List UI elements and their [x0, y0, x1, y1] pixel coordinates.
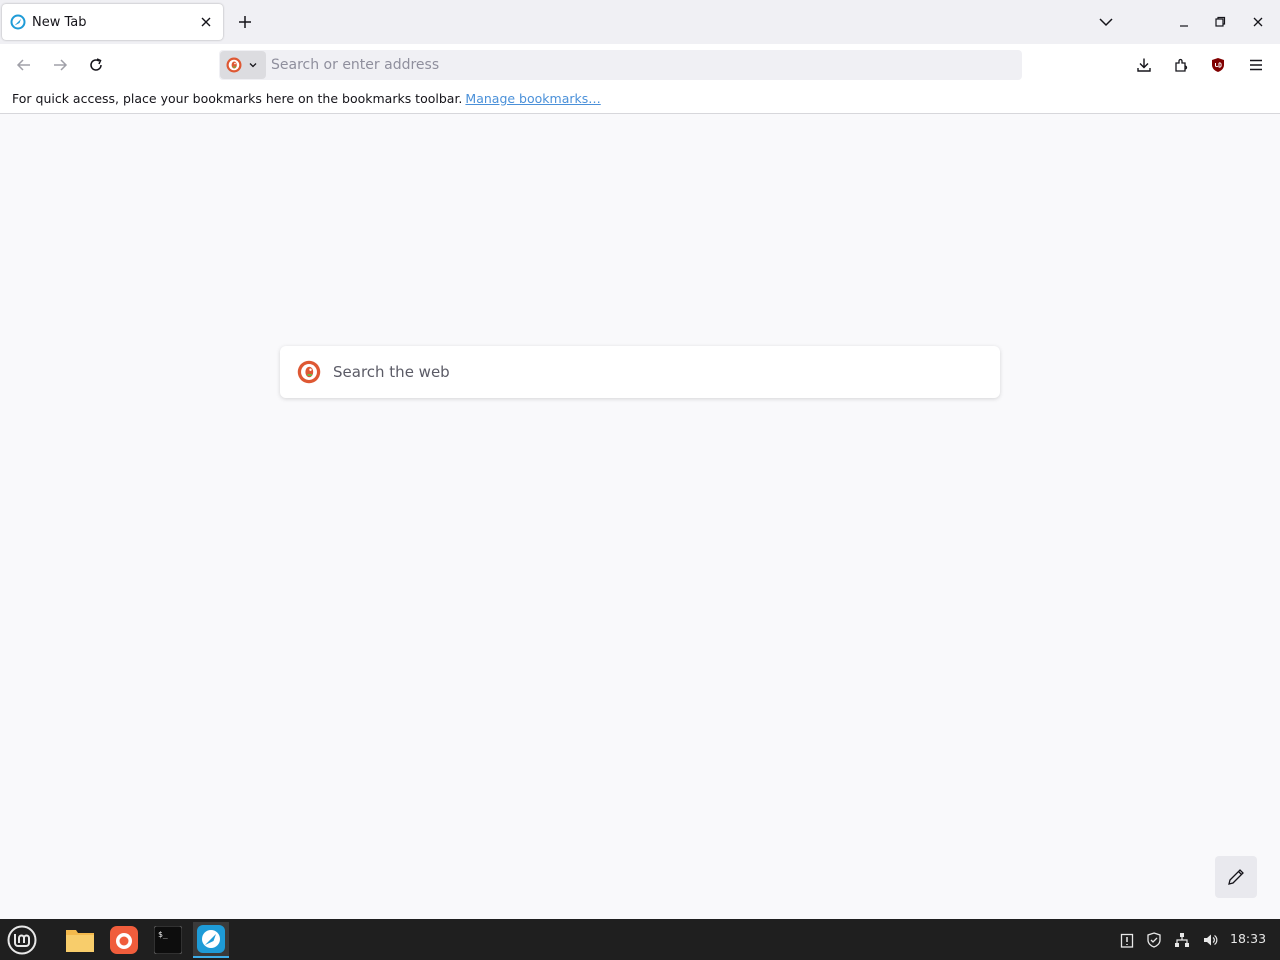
- folder-icon: [66, 930, 94, 952]
- taskbar-browser[interactable]: [193, 922, 229, 958]
- taskbar-clock[interactable]: 18:33: [1230, 931, 1266, 946]
- plus-icon: [239, 16, 251, 28]
- reload-button[interactable]: [86, 55, 106, 75]
- forward-button[interactable]: [50, 55, 70, 75]
- taskbar-files[interactable]: [62, 922, 98, 958]
- puzzle-icon: [1175, 58, 1188, 72]
- tab-strip: New Tab: [0, 0, 1280, 44]
- network-icon: [1175, 933, 1189, 947]
- back-button[interactable]: [14, 55, 34, 75]
- restore-icon: [1215, 16, 1226, 27]
- minimize-button[interactable]: [1175, 13, 1193, 31]
- url-input[interactable]: [271, 50, 1011, 80]
- browser-logo-icon: [10, 14, 26, 30]
- download-icon: [1137, 58, 1151, 72]
- duckduckgo-icon: [226, 57, 242, 73]
- bookmarks-empty-message: For quick access, place your bookmarks h…: [12, 91, 463, 106]
- search-engine-button[interactable]: [220, 51, 266, 79]
- browser-logo-icon: [197, 925, 225, 953]
- new-tab-page: [0, 114, 1280, 919]
- customize-button[interactable]: [1215, 856, 1257, 898]
- app-menu-button[interactable]: [1246, 55, 1266, 75]
- tab-new-tab[interactable]: New Tab: [2, 4, 223, 40]
- close-window-button[interactable]: [1249, 13, 1267, 31]
- taskbar-firefox[interactable]: [106, 922, 142, 958]
- web-search-box[interactable]: [280, 346, 1000, 398]
- arrow-right-icon: [54, 59, 68, 71]
- linux-mint-logo-icon: [7, 925, 37, 955]
- ublock-origin-button[interactable]: [1208, 55, 1228, 75]
- start-menu-button[interactable]: [4, 922, 40, 958]
- tray-network[interactable]: [1173, 931, 1191, 949]
- list-all-tabs-button[interactable]: [1097, 13, 1115, 31]
- taskbar: $_ 18:33: [0, 919, 1280, 960]
- address-bar[interactable]: [219, 50, 1022, 80]
- new-tab-button[interactable]: [234, 11, 256, 33]
- tray-security[interactable]: [1145, 931, 1163, 949]
- downloads-button[interactable]: [1134, 55, 1154, 75]
- tray-volume[interactable]: [1201, 931, 1219, 949]
- hamburger-menu-icon: [1250, 59, 1262, 71]
- tray-clipboard[interactable]: [1118, 931, 1136, 949]
- volume-icon: [1204, 934, 1218, 946]
- manage-bookmarks-link[interactable]: Manage bookmarks…: [465, 91, 600, 106]
- tab-title: New Tab: [32, 14, 87, 30]
- pencil-icon: [1228, 869, 1244, 885]
- clipboard-icon: [1120, 933, 1134, 948]
- close-icon: [1253, 17, 1263, 27]
- ublock-shield-icon: [1212, 58, 1224, 72]
- firefox-icon: [110, 926, 138, 954]
- duckduckgo-icon: [297, 360, 321, 384]
- chevron-down-icon: [249, 63, 257, 68]
- arrow-left-icon: [16, 59, 30, 71]
- tab-close-button[interactable]: [197, 13, 215, 31]
- svg-text:$_: $_: [158, 930, 168, 939]
- web-search-input[interactable]: [333, 363, 973, 381]
- terminal-icon: $_: [154, 926, 182, 954]
- chevron-down-icon: [1099, 18, 1113, 27]
- shield-icon: [1147, 932, 1161, 948]
- bookmarks-toolbar: For quick access, place your bookmarks h…: [0, 85, 1280, 114]
- maximize-button[interactable]: [1211, 13, 1229, 31]
- taskbar-terminal[interactable]: $_: [150, 922, 186, 958]
- minimize-icon: [1180, 25, 1188, 27]
- close-icon: [201, 17, 211, 27]
- navigation-toolbar: [0, 44, 1280, 85]
- reload-icon: [90, 58, 102, 71]
- extensions-button[interactable]: [1171, 55, 1191, 75]
